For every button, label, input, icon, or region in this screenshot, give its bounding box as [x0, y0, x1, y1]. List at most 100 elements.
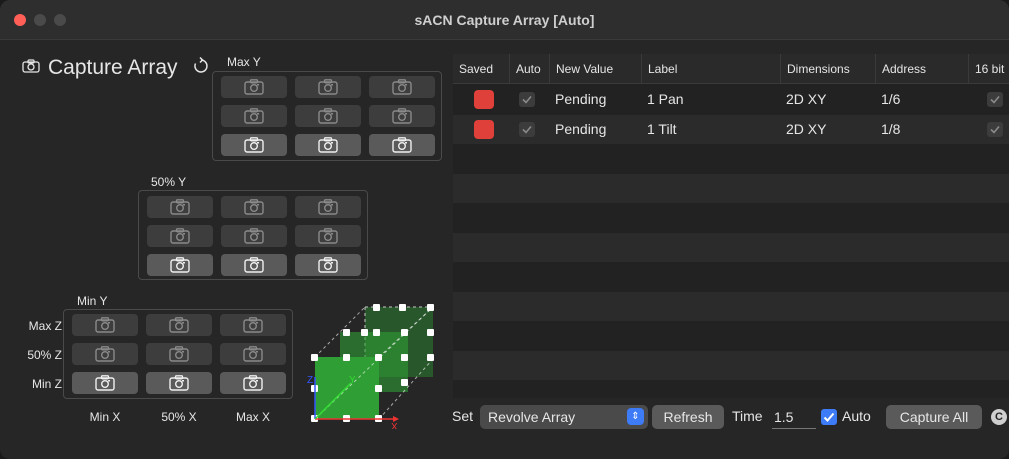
camera-icon: [170, 199, 190, 215]
saved-indicator[interactable]: [474, 90, 494, 109]
capture-camera-button[interactable]: [220, 314, 286, 336]
cell-label: 1 Tilt: [647, 120, 677, 137]
capture-all-button[interactable]: Capture All: [886, 405, 982, 429]
xyz-cube-diagram: X Z Y: [307, 304, 434, 429]
auto-row-checkbox[interactable]: [519, 92, 535, 107]
camera-icon: [392, 137, 412, 153]
empty-table-row: [453, 232, 1009, 262]
capture-camera-button[interactable]: [147, 225, 213, 247]
column-header[interactable]: 16 bit: [968, 54, 1004, 84]
camera-icon: [392, 79, 412, 95]
group-label: Max Y: [227, 55, 261, 69]
capture-camera-button[interactable]: [295, 76, 361, 98]
table-row[interactable]: Pending 1 Tilt 2D XY 1/8: [453, 114, 1009, 144]
empty-table-row: [453, 380, 1009, 398]
capture-camera-button[interactable]: [295, 196, 361, 218]
camera-icon: [243, 317, 263, 333]
capture-camera-button[interactable]: [147, 196, 213, 218]
capture-camera-button[interactable]: [72, 314, 138, 336]
set-label: Set: [452, 408, 474, 424]
capture-camera-button[interactable]: [146, 343, 212, 365]
z-level-label: Min Z: [32, 377, 62, 391]
camera-icon: [243, 346, 263, 362]
camera-icon: [22, 58, 40, 78]
time-label: Time: [732, 408, 763, 424]
camera-icon: [318, 257, 338, 273]
capture-camera-button[interactable]: [221, 196, 287, 218]
column-header[interactable]: Address: [875, 54, 926, 84]
capture-camera-button[interactable]: [72, 372, 138, 394]
column-header[interactable]: Auto: [509, 54, 541, 84]
column-header[interactable]: New Value: [549, 54, 613, 84]
cell-new-value: Pending: [555, 91, 607, 107]
capture-camera-button[interactable]: [146, 314, 212, 336]
camera-icon: [95, 346, 115, 362]
parameter-panel: Saved Auto New Value Label Dimensions Address…: [452, 41, 1009, 459]
16bit-checkbox[interactable]: [987, 92, 1003, 107]
x-axis-label: X: [391, 422, 398, 429]
z-axis-label: Z: [307, 375, 313, 386]
capture-camera-button[interactable]: [147, 254, 213, 276]
capture-camera-button[interactable]: [221, 134, 287, 156]
refresh-button[interactable]: Refresh: [652, 405, 724, 429]
capture-camera-button[interactable]: [369, 76, 435, 98]
camera-icon: [243, 375, 263, 391]
capture-array-header: Capture Array: [22, 55, 210, 81]
capture-camera-button[interactable]: [295, 254, 361, 276]
capture-camera-button[interactable]: [369, 134, 435, 156]
capture-camera-button[interactable]: [146, 372, 212, 394]
camera-icon: [318, 137, 338, 153]
camera-icon: [244, 108, 264, 124]
capture-camera-button[interactable]: [220, 343, 286, 365]
camera-icon: [169, 375, 189, 391]
table-row[interactable]: Pending 1 Pan 2D XY 1/6: [453, 85, 1009, 114]
camera-icon: [169, 346, 189, 362]
cell-label: 1 Pan: [647, 91, 684, 107]
capture-camera-button[interactable]: [295, 225, 361, 247]
mode-select[interactable]: Revolve Array ⇕: [480, 405, 648, 429]
camera-icon: [392, 108, 412, 124]
cell-address: 1/6: [881, 91, 901, 107]
capture-camera-button[interactable]: [221, 254, 287, 276]
capture-camera-button[interactable]: [220, 372, 286, 394]
camera-icon: [169, 317, 189, 333]
column-header[interactable]: Saved: [453, 54, 493, 84]
title-bar: sACN Capture Array [Auto]: [0, 0, 1009, 40]
auto-row-checkbox[interactable]: [519, 121, 535, 137]
capture-camera-button[interactable]: [295, 134, 361, 156]
capture-camera-button[interactable]: [72, 343, 138, 365]
saved-indicator[interactable]: [474, 119, 494, 139]
empty-table-row: [453, 291, 1009, 321]
reset-icon[interactable]: [192, 56, 210, 80]
column-header[interactable]: Label: [641, 54, 677, 84]
bottom-toolbar: Set Revolve Array ⇕ Refresh Time 1.5 Aut…: [452, 405, 1009, 431]
parameter-table: Saved Auto New Value Label Dimensions Address…: [453, 54, 1009, 398]
time-input[interactable]: 1.5: [772, 405, 816, 429]
capture-camera-button[interactable]: [221, 225, 287, 247]
column-header[interactable]: Dimensions: [780, 54, 850, 84]
camera-icon: [244, 79, 264, 95]
camera-icon: [244, 228, 264, 244]
capture-camera-button[interactable]: [369, 105, 435, 127]
camera-icon: [95, 375, 115, 391]
capture-camera-button[interactable]: [221, 105, 287, 127]
empty-table-row: [453, 350, 1009, 380]
camera-icon: [318, 79, 338, 95]
empty-table-row: [453, 144, 1009, 173]
capture-array-panel: Capture Array Max Y 50% Y Min Y Max Z 50% Z M…: [0, 41, 452, 459]
capture-camera-button[interactable]: [295, 105, 361, 127]
capture-camera-button[interactable]: [221, 76, 287, 98]
c-circle-icon[interactable]: C: [991, 409, 1007, 425]
camera-icon: [318, 108, 338, 124]
z-level-label: 50% Z: [27, 348, 62, 362]
mode-select-value: Revolve Array: [488, 409, 576, 425]
capture-array-title: Capture Array: [48, 56, 178, 79]
empty-table-row: [453, 173, 1009, 203]
auto-checkbox[interactable]: [821, 409, 837, 425]
cell-dimensions: 2D XY: [786, 91, 827, 107]
empty-table-row: [453, 321, 1009, 350]
z-level-label: Max Z: [28, 319, 62, 333]
16bit-checkbox[interactable]: [987, 121, 1003, 137]
cell-dimensions: 2D XY: [786, 120, 827, 137]
camera-icon: [244, 137, 264, 153]
